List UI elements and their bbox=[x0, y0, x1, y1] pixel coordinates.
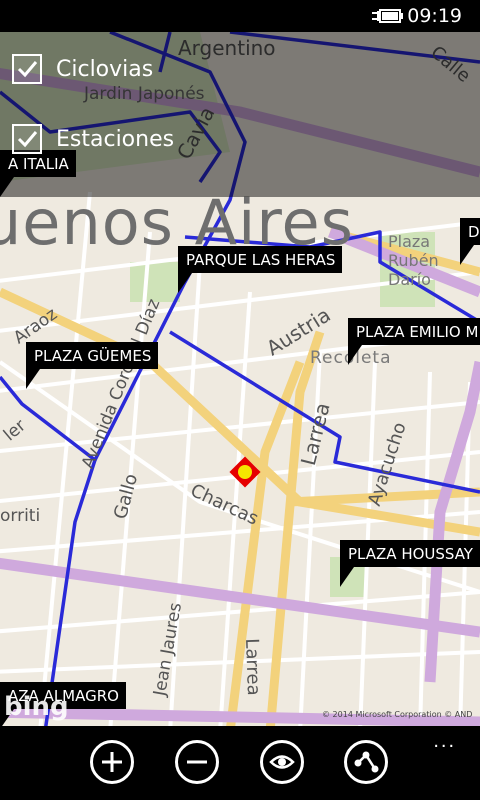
clock: 09:19 bbox=[407, 5, 462, 27]
status-bar: 09:19 bbox=[0, 0, 480, 32]
checkmark-icon bbox=[17, 61, 38, 78]
station-label: DE bbox=[468, 223, 480, 241]
minus-icon bbox=[187, 760, 207, 764]
share-button[interactable] bbox=[344, 740, 388, 784]
street-label: Larrea bbox=[241, 638, 264, 696]
map-view[interactable]: uenos Aires Argentino Calle Cavia Araoz … bbox=[0, 32, 480, 726]
checkmark-icon bbox=[17, 131, 38, 148]
plus-icon bbox=[102, 752, 122, 772]
station-pin[interactable]: PARQUE LAS HERAS bbox=[178, 246, 343, 293]
bing-logo: bing bbox=[4, 692, 69, 722]
checkbox-box[interactable] bbox=[12, 124, 42, 154]
more-options-button[interactable]: ... bbox=[433, 731, 456, 751]
eye-icon bbox=[269, 755, 295, 769]
area-label: Plaza Rubén Darío bbox=[388, 232, 439, 289]
station-pin[interactable]: DE bbox=[460, 218, 480, 265]
zoom-in-button[interactable] bbox=[90, 740, 134, 784]
view-button[interactable] bbox=[260, 740, 304, 784]
share-icon bbox=[354, 751, 379, 773]
station-label: A ITALIA bbox=[8, 155, 69, 173]
app-bar: ... bbox=[0, 726, 480, 800]
battery-charging-icon bbox=[372, 9, 403, 23]
checkbox-label: Ciclovias bbox=[56, 56, 154, 82]
station-label: PLAZA GÜEMES bbox=[34, 347, 152, 365]
station-pin[interactable]: A ITALIA bbox=[0, 150, 76, 197]
street-label: orriti bbox=[0, 506, 41, 526]
station-pin[interactable]: PLAZA EMILIO M bbox=[348, 318, 480, 365]
station-label: PLAZA EMILIO M bbox=[356, 323, 479, 341]
station-pin[interactable]: PLAZA HOUSSAY bbox=[340, 540, 480, 587]
checkbox-box[interactable] bbox=[12, 54, 42, 84]
checkbox-label: Estaciones bbox=[56, 126, 175, 152]
ciclovias-checkbox[interactable]: Ciclovias bbox=[12, 54, 153, 84]
zoom-out-button[interactable] bbox=[175, 740, 219, 784]
estaciones-checkbox[interactable]: Estaciones bbox=[12, 124, 174, 154]
station-label: PARQUE LAS HERAS bbox=[186, 251, 336, 269]
station-label: PLAZA HOUSSAY bbox=[348, 545, 473, 563]
map-copyright: © 2014 Microsoft Corporation © AND bbox=[322, 710, 473, 719]
station-pin[interactable]: PLAZA GÜEMES bbox=[26, 342, 159, 389]
